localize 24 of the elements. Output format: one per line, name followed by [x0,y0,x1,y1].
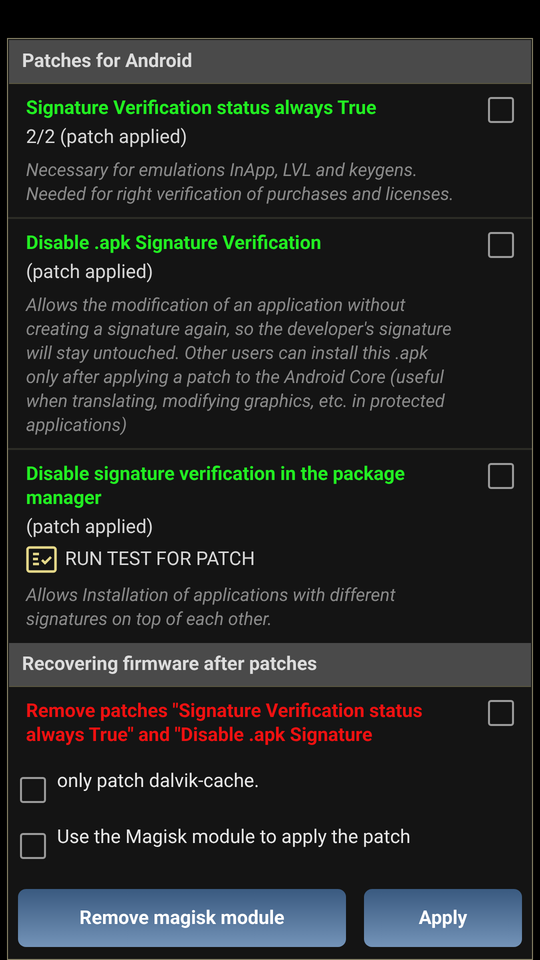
patch-title: Disable signature verification in the package manager [26,462,406,510]
patch-description: Necessary for emulations InApp, LVL and keygens. Needed for right verification of purchases and licenses. [26,159,455,207]
section-header: Recovering firmware after patches [9,642,531,686]
checklist-icon [26,546,57,573]
patch-title: Signature Verification status always True [26,96,378,120]
patch-status: 2/2 (patch applied) [26,125,188,149]
option-label: only patch dalvik-cache. [57,768,260,794]
checkbox[interactable] [488,97,514,123]
patch-status: (patch applied) [26,260,154,284]
patch-title: Disable .apk Signature Verification [26,231,322,255]
section-header: Patches for Android [9,40,531,84]
checkbox[interactable] [20,833,46,859]
option-label: Use the Magisk module to apply the patch [57,824,411,850]
patch-description: Allows the modification of an application without creating a signature again, so the developer's signature will stay untouched. Other users can install this .apk only after applying a patch to the Android Core (useful when translating, modifying graphics, etc. in protected applications) [26,294,453,438]
patch-description: Allows Installation of applications with different signatures on top of each other. [26,584,396,632]
dialog-button[interactable]: Remove magisk module [18,889,346,947]
checkbox[interactable] [488,700,514,726]
checkbox[interactable] [488,463,514,489]
checkbox[interactable] [20,777,46,803]
patch-title: Remove patches "Signature Verification status always True" and "Disable .apk Signature [26,698,424,746]
dialog-button[interactable]: Apply [364,889,522,947]
run-test-button[interactable]: RUN TEST FOR PATCH [26,545,255,574]
patch-status: (patch applied) [26,515,154,539]
checkbox[interactable] [488,232,514,258]
